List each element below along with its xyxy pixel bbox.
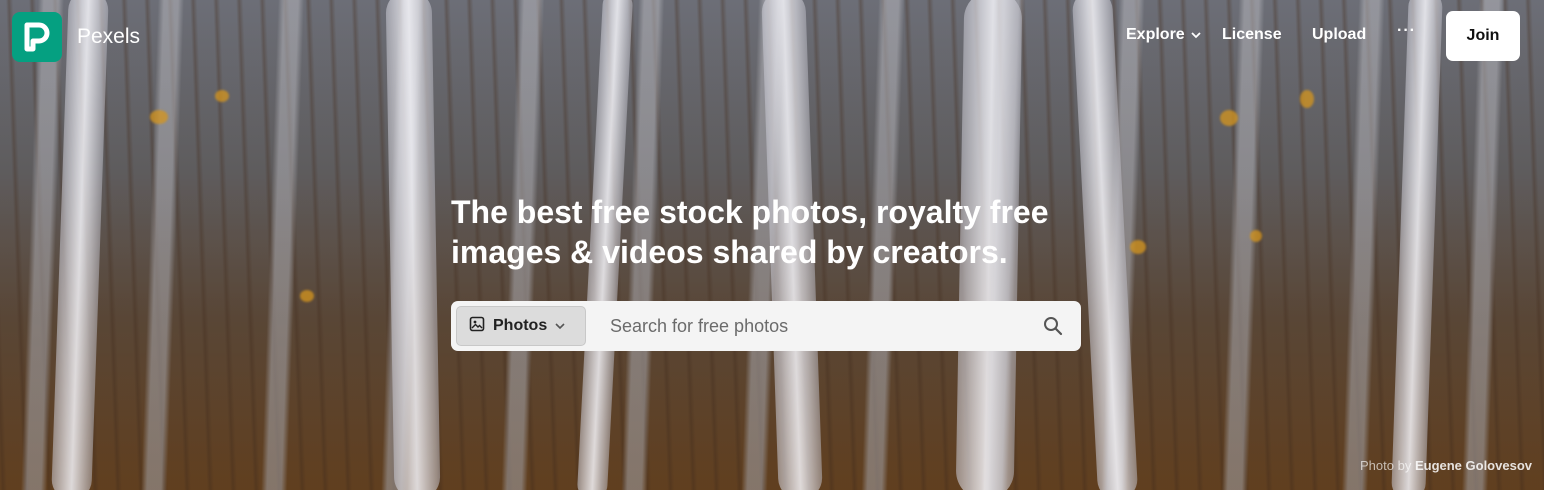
chevron-down-icon bbox=[1191, 26, 1201, 44]
explore-menu[interactable]: Explore bbox=[1126, 26, 1201, 44]
media-type-label: Photos bbox=[493, 317, 548, 334]
decor-leaf bbox=[1220, 110, 1238, 126]
decor-leaf bbox=[215, 90, 229, 102]
join-button[interactable]: Join bbox=[1446, 11, 1520, 61]
search-icon[interactable] bbox=[1033, 306, 1073, 346]
search-input[interactable] bbox=[610, 306, 1033, 346]
image-icon bbox=[469, 316, 485, 337]
decor-leaf bbox=[1300, 90, 1314, 108]
hero-background: Pexels Explore License Upload ··· Join T… bbox=[0, 0, 1544, 490]
credit-author-link[interactable]: Eugene Golovesov bbox=[1415, 458, 1532, 473]
decor-leaf bbox=[150, 110, 168, 124]
decor-trunk bbox=[1391, 0, 1443, 490]
headline-line-2: images & videos shared by creators. bbox=[451, 234, 1008, 270]
upload-link[interactable]: Upload bbox=[1312, 26, 1366, 44]
more-dots-icon[interactable]: ··· bbox=[1397, 22, 1416, 40]
brand-name[interactable]: Pexels bbox=[77, 25, 140, 49]
hero-headline: The best free stock photos, royalty free… bbox=[451, 192, 1091, 272]
credit-prefix: Photo by bbox=[1360, 458, 1412, 473]
decor-leaf bbox=[1250, 230, 1262, 242]
photo-credit: Photo by Eugene Golovesov bbox=[1360, 458, 1532, 473]
decor-leaf bbox=[300, 290, 314, 302]
decor-trunk bbox=[385, 0, 441, 490]
headline-line-1: The best free stock photos, royalty free bbox=[451, 194, 1049, 230]
explore-label: Explore bbox=[1126, 26, 1185, 43]
media-type-dropdown[interactable]: Photos bbox=[456, 306, 586, 346]
license-link[interactable]: License bbox=[1222, 26, 1282, 44]
top-nav: Pexels Explore License Upload ··· Join bbox=[0, 0, 1544, 72]
decor-leaf bbox=[1130, 240, 1146, 254]
decor-trunk bbox=[51, 0, 109, 490]
search-bar: Photos bbox=[451, 301, 1081, 351]
pexels-logo-icon[interactable] bbox=[12, 12, 62, 62]
chevron-down-icon bbox=[555, 317, 565, 335]
